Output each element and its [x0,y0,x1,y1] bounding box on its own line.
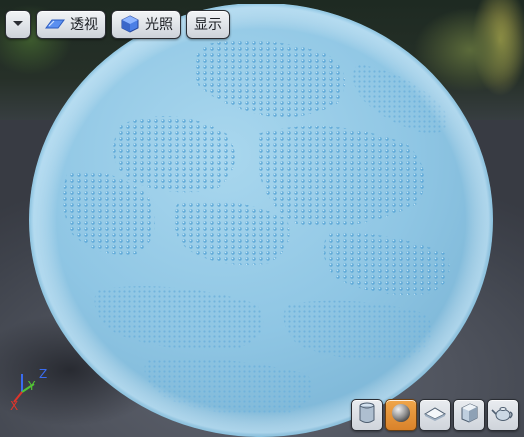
sphere-shape-button[interactable] [385,399,417,431]
show-flags-label: 显示 [194,17,222,33]
teapot-icon [491,403,515,427]
teapot-shape-button[interactable] [487,399,519,431]
preview-sphere[interactable] [27,3,495,437]
cylinder-shape-button[interactable] [351,399,383,431]
plane-shape-button[interactable] [419,399,451,431]
lighting-mode-button[interactable]: 光照 [111,9,181,39]
viewport-options-dropdown[interactable] [5,9,31,39]
lit-cube-icon [119,15,141,33]
cube-shape-button[interactable] [453,399,485,431]
show-flags-button[interactable]: 显示 [186,9,230,39]
cube-icon [458,402,480,428]
axis-gizmo: Z Y X [8,362,52,413]
plane-icon [423,405,447,425]
y-axis-label: Y [27,379,36,393]
preview-shape-selector [351,399,519,431]
perspective-view-label: 透视 [70,17,98,33]
z-axis-label: Z [39,367,47,381]
perspective-view-icon [44,15,66,33]
lighting-mode-label: 光照 [145,17,173,33]
material-preview-viewport[interactable]: 透视 光照 显示 Z Y X [0,0,524,437]
chevron-down-icon [12,16,24,32]
sphere-icon [390,402,412,428]
viewport-toolbar: 透视 光照 显示 [5,9,230,39]
perspective-view-button[interactable]: 透视 [36,9,106,39]
cylinder-icon [356,401,378,429]
x-axis-label: X [10,399,18,412]
